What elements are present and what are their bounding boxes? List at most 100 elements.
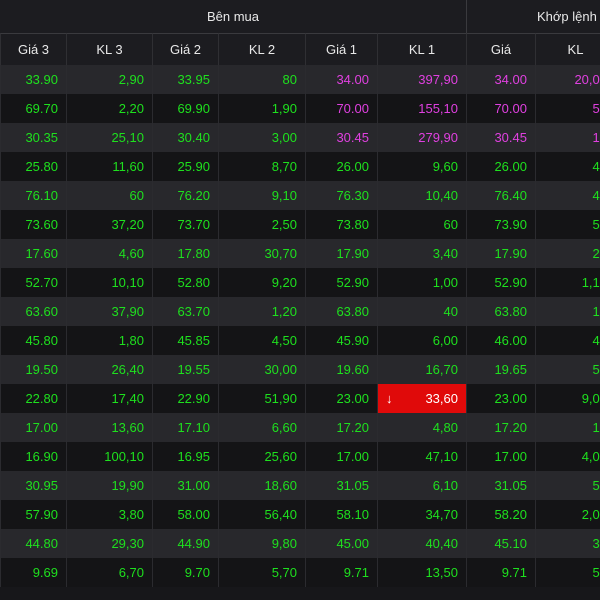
table-row[interactable]: 69.70 2,20 69.90 1,90 70.00 155,10 70.00 50 [0,94,600,123]
cell-kl-1: 3,40 [377,239,466,268]
cell-value: 57.90 [25,507,58,522]
cell-value: 40 [592,333,600,348]
cell-value: 63.70 [177,304,210,319]
cell-value: 10 [592,420,600,435]
cell-value: 52.90 [494,275,527,290]
cell-value: 34,70 [425,507,458,522]
cell-value: 37,90 [111,304,144,319]
cell-value: 30 [592,536,600,551]
column-header-gia[interactable]: Giá [466,33,535,65]
cell-kl-2: 1,90 [218,94,305,123]
table-row[interactable]: 30.35 25,10 30.40 3,00 30.45 279,90 30.45 10 [0,123,600,152]
cell-kl-3: 26,40 [66,355,152,384]
table-row[interactable]: 52.70 10,10 52.80 9,20 52.90 1,00 52.90 1,10 [0,268,600,297]
cell-kl-2: 56,40 [218,500,305,529]
cell-value: 76.20 [177,188,210,203]
cell-value: 1,80 [118,333,144,348]
cell-value: 100,10 [104,449,144,464]
cell-gia-1: 70.00 [305,94,377,123]
cell-gia-1: 31.05 [305,471,377,500]
column-header-kl-3[interactable]: KL 3 [66,33,152,65]
table-row[interactable]: 44.80 29,30 44.90 9,80 45.00 40,40 45.10 30 [0,529,600,558]
cell-kl-1: 10,40 [377,181,466,210]
cell-gia-1: 63.80 [305,297,377,326]
column-header-kl-1[interactable]: KL 1 [377,33,466,65]
cell-gia-2: 30.40 [152,123,218,152]
cell-kl-1: 397,90 [377,65,466,94]
cell-kl-3: 10,10 [66,268,152,297]
table-row[interactable]: 25.80 11,60 25.90 8,70 26.00 9,60 26.00 40 [0,152,600,181]
cell-value: 22.80 [25,391,58,406]
cell-value: 70.00 [494,101,527,116]
cell-gia-1: 19.60 [305,355,377,384]
table-row[interactable]: 30.95 19,90 31.00 18,60 31.05 6,10 31.05 50 [0,471,600,500]
cell-value: 33,60 [425,391,458,406]
table-row[interactable]: 22.80 17,40 22.90 51,90 23.00 ↓ 33,60 23.00 9,00 [0,384,600,413]
cell-kl: 20,00 [535,65,600,94]
cell-value: 52.70 [25,275,58,290]
cell-gia-2: 44.90 [152,529,218,558]
cell-gia: 26.00 [466,152,535,181]
column-header-gia-3[interactable]: Giá 3 [0,33,66,65]
cell-kl: 50 [535,558,600,587]
cell-value: 2,20 [118,101,144,116]
cell-gia: 19.65 [466,355,535,384]
cell-value: 17.10 [177,420,210,435]
column-header-gia-2[interactable]: Giá 2 [152,33,218,65]
cell-value: 30.95 [25,478,58,493]
cell-gia-1: 73.80 [305,210,377,239]
table-row[interactable]: 16.90 100,10 16.95 25,60 17.00 47,10 17.00 4,00 [0,442,600,471]
cell-value: 1,20 [271,304,297,319]
cell-value: 17,40 [111,391,144,406]
cell-value: 37,20 [111,217,144,232]
cell-gia-2: 52.80 [152,268,218,297]
cell-value: 23.00 [494,391,527,406]
table-row[interactable]: 63.60 37,90 63.70 1,20 63.80 40 63.80 10 [0,297,600,326]
cell-value: 9,20 [271,275,297,290]
cell-value: 8,70 [271,159,297,174]
cell-value: 50 [592,101,600,116]
cell-value: 29,30 [111,536,144,551]
table-row[interactable]: 17.60 4,60 17.80 30,70 17.90 3,40 17.90 20 [0,239,600,268]
cell-kl: 50 [535,355,600,384]
column-header-kl-2[interactable]: KL 2 [218,33,305,65]
cell-value: 10,40 [425,188,458,203]
cell-gia: 73.90 [466,210,535,239]
cell-gia-3: 19.50 [0,355,66,384]
cell-value: 9,60 [432,159,458,174]
table-row[interactable]: 73.60 37,20 73.70 2,50 73.80 60 73.90 50 [0,210,600,239]
cell-kl-3: 13,60 [66,413,152,442]
cell-kl-2: 18,60 [218,471,305,500]
cell-value: 19.60 [336,362,369,377]
cell-kl-2: 30,00 [218,355,305,384]
cell-gia-3: 17.00 [0,413,66,442]
table-row[interactable]: 17.00 13,60 17.10 6,60 17.20 4,80 17.20 10 [0,413,600,442]
cell-gia-1: 30.45 [305,123,377,152]
cell-value: 16.95 [177,449,210,464]
table-row[interactable]: 33.90 2,90 33.95 80 34.00 397,90 34.00 20,00 [0,65,600,94]
cell-gia: 76.40 [466,181,535,210]
cell-kl-3: 100,10 [66,442,152,471]
cell-value: 9.70 [184,565,210,580]
table-row[interactable]: 57.90 3,80 58.00 56,40 58.10 34,70 58.20 2,00 [0,500,600,529]
cell-value: 1,90 [271,101,297,116]
cell-kl-1: 60 [377,210,466,239]
column-header-gia-1[interactable]: Giá 1 [305,33,377,65]
cell-value: 9.69 [32,565,58,580]
column-header-kl[interactable]: KL [535,33,600,65]
table-row[interactable]: 19.50 26,40 19.55 30,00 19.60 16,70 19.65 50 [0,355,600,384]
column-header-row: Giá 3 KL 3 Giá 2 KL 2 Giá 1 KL 1 Giá KL [0,33,600,65]
table-row[interactable]: 9.69 6,70 9.70 5,70 9.71 13,50 9.71 50 [0,558,600,587]
cell-kl-3: 37,20 [66,210,152,239]
cell-gia: 9.71 [466,558,535,587]
cell-kl-3: 25,10 [66,123,152,152]
cell-value: 33.90 [25,72,58,87]
table-row[interactable]: 45.80 1,80 45.85 4,50 45.90 6,00 46.00 40 [0,326,600,355]
cell-kl-3: 2,20 [66,94,152,123]
cell-value: 76.40 [494,188,527,203]
cell-value: 50 [592,362,600,377]
cell-gia-2: 31.00 [152,471,218,500]
cell-gia-1: 17.20 [305,413,377,442]
cell-kl: 4,00 [535,442,600,471]
table-row[interactable]: 76.10 60 76.20 9,10 76.30 10,40 76.40 40 [0,181,600,210]
